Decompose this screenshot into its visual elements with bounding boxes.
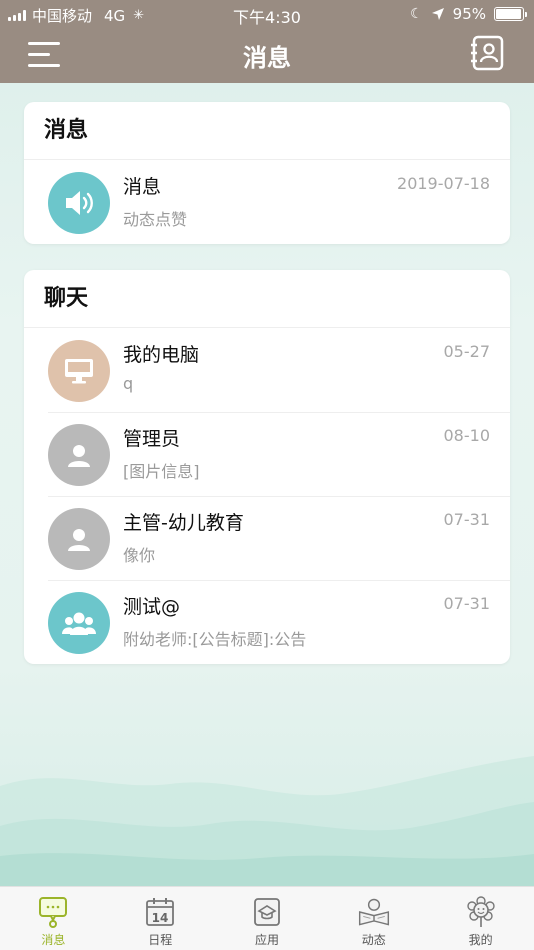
reading-child-icon (357, 895, 391, 929)
app-header: 消息 (0, 28, 534, 83)
apps-icon (250, 895, 284, 929)
chats-section-title: 聊天 (24, 270, 510, 328)
tab-feed[interactable]: 动态 (320, 887, 427, 950)
tab-label: 日程 (148, 933, 173, 947)
item-time: 2019-07-18 (397, 174, 490, 193)
battery-percent: 95% (452, 5, 486, 23)
avatar (48, 592, 110, 654)
item-name: 消息 (123, 176, 162, 198)
moon-icon: ☾ (410, 6, 423, 22)
item-subtitle: 动态点赞 (123, 210, 188, 229)
status-right: ☾ 95% (410, 5, 527, 23)
chat-item-supervisor[interactable]: 主管-幼儿教育 像你 07-31 (24, 496, 510, 580)
item-name: 我的电脑 (123, 344, 200, 366)
item-subtitle: [图片信息] (123, 462, 200, 481)
hamburger-menu-icon[interactable] (28, 40, 60, 68)
mountain-background (0, 756, 534, 886)
chat-item-my-computer[interactable]: 我的电脑 q 05-27 (24, 328, 510, 412)
avatar (48, 172, 110, 234)
tab-label: 应用 (254, 933, 279, 947)
chats-card: 聊天 我的电脑 q 05-27 管理员 [图片信息] 08-10 主管-幼儿教育… (24, 270, 510, 664)
battery-icon (494, 7, 527, 21)
item-name: 测试@ (123, 596, 181, 618)
message-bubble-icon (36, 895, 70, 929)
tab-label: 我的 (468, 933, 493, 947)
tab-messages[interactable]: 消息 (0, 887, 107, 950)
item-subtitle: 附幼老师:[公告标题]:公告 (123, 630, 307, 649)
avatar (48, 340, 110, 402)
person-icon (68, 445, 90, 467)
flower-face-icon (464, 895, 498, 929)
item-time: 07-31 (443, 510, 491, 529)
location-arrow-icon (431, 8, 444, 20)
item-time: 07-31 (443, 594, 491, 613)
tab-me[interactable]: 我的 (427, 887, 534, 950)
notifications-section-title: 消息 (24, 102, 510, 160)
battery-fill (496, 9, 521, 19)
group-icon (62, 612, 96, 635)
avatar (48, 508, 110, 570)
speaker-icon (66, 191, 93, 215)
page-title: 消息 (243, 44, 291, 72)
item-name: 主管-幼儿教育 (123, 512, 244, 534)
person-icon (68, 529, 90, 551)
calendar-day: 14 (152, 911, 169, 925)
chat-item-test-group[interactable]: 测试@ 附幼老师:[公告标题]:公告 07-31 (24, 580, 510, 664)
item-name: 管理员 (123, 428, 181, 450)
chat-item-admin[interactable]: 管理员 [图片信息] 08-10 (24, 412, 510, 496)
tab-label: 消息 (41, 933, 66, 947)
tab-schedule[interactable]: 14 日程 (107, 887, 214, 950)
calendar-icon: 14 (143, 895, 177, 929)
tab-label: 动态 (361, 933, 386, 947)
contacts-book-icon[interactable] (470, 35, 506, 71)
item-subtitle: q (123, 374, 134, 393)
notifications-card: 消息 消息 动态点赞 2019-07-18 (24, 102, 510, 244)
item-time: 08-10 (443, 426, 491, 445)
bottom-tab-bar: 消息 14 日程 应用 动态 我的 (0, 886, 534, 950)
status-bar: 中国移动 4G ✳ 下午4:30 ☾ 95% (0, 0, 534, 28)
computer-icon (65, 359, 93, 384)
notification-item-likes[interactable]: 消息 动态点赞 2019-07-18 (24, 160, 510, 244)
tab-apps[interactable]: 应用 (214, 887, 321, 950)
item-subtitle: 像你 (123, 546, 156, 565)
item-time: 05-27 (443, 342, 491, 361)
avatar (48, 424, 110, 486)
